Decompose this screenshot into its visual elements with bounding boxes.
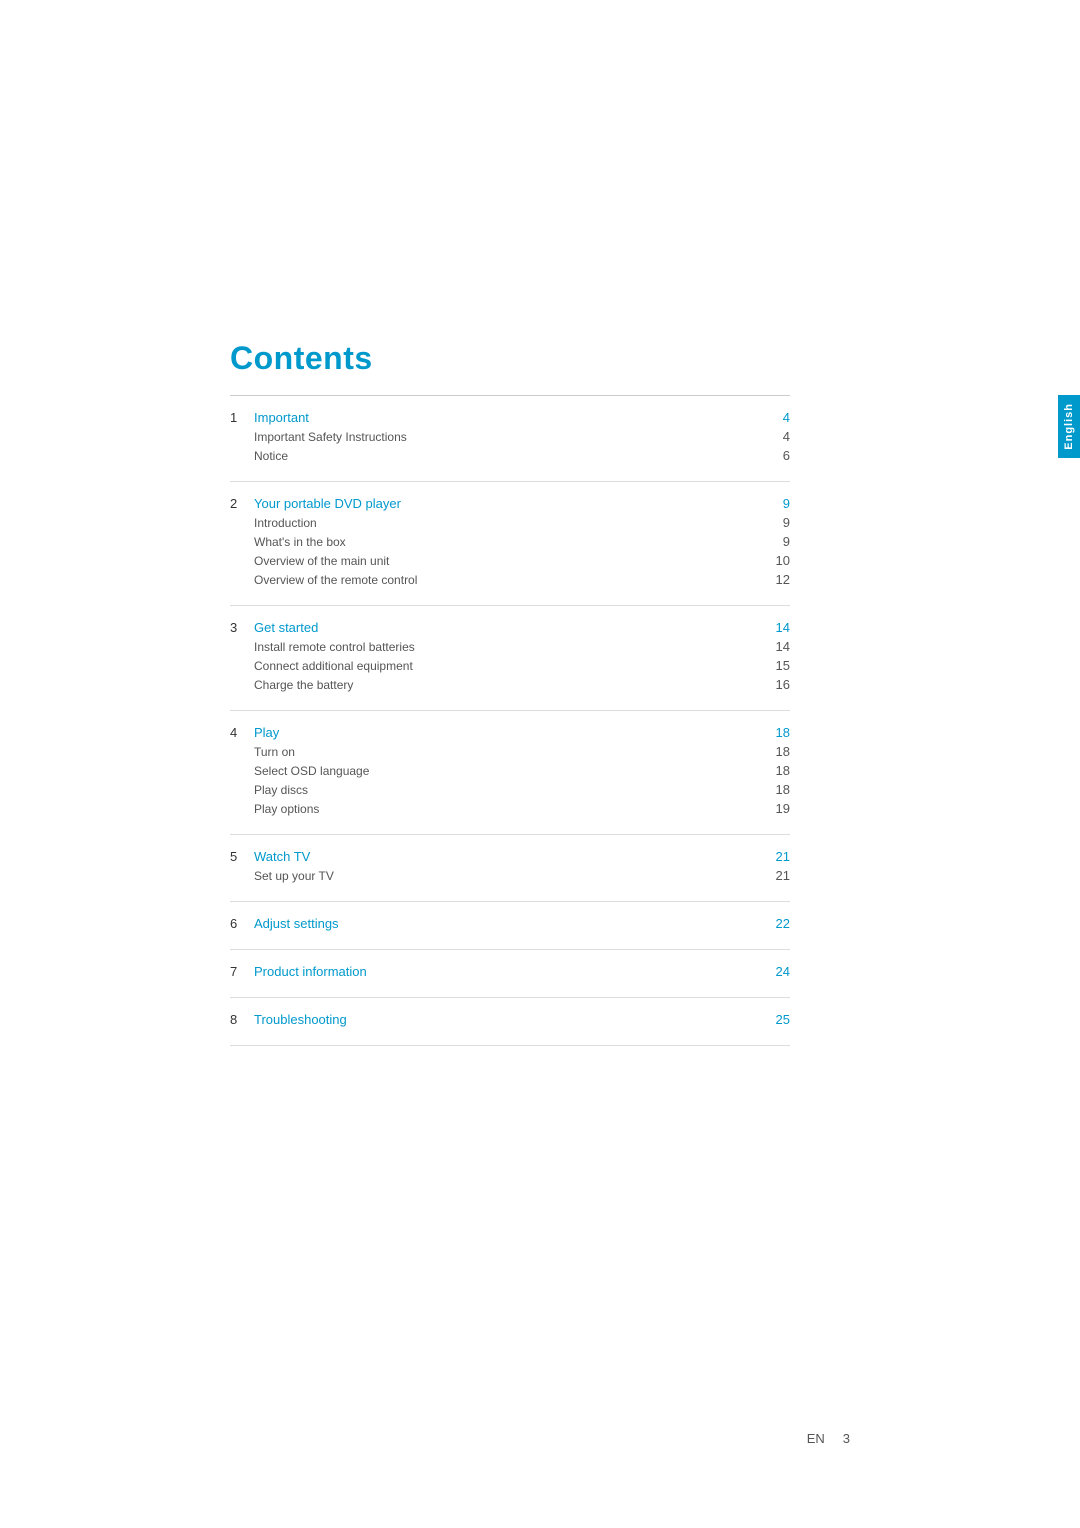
toc-section-6: 6 Adjust settings 22 bbox=[230, 902, 790, 950]
toc-page-4-3: 18 bbox=[760, 782, 790, 797]
toc-number-6: 6 bbox=[230, 916, 254, 931]
toc-number-3: 3 bbox=[230, 620, 254, 635]
toc-title-6: Adjust settings bbox=[254, 916, 760, 931]
toc-row-4-sub4: Play options 19 bbox=[230, 801, 790, 816]
toc-sub-2-1: Introduction bbox=[254, 516, 760, 530]
toc-title-7: Product information bbox=[254, 964, 760, 979]
toc-sub-3-1: Install remote control batteries bbox=[254, 640, 760, 654]
toc-page-2-1: 9 bbox=[760, 515, 790, 530]
toc-section-7: 7 Product information 24 bbox=[230, 950, 790, 998]
footer-lang: EN bbox=[807, 1431, 825, 1446]
toc-row-2-sub1: Introduction 9 bbox=[230, 515, 790, 530]
toc-sub-2-2: What's in the box bbox=[254, 535, 760, 549]
toc-page-4-4: 19 bbox=[760, 801, 790, 816]
toc-sub-5-1: Set up your TV bbox=[254, 869, 760, 883]
toc-section-8: 8 Troubleshooting 25 bbox=[230, 998, 790, 1046]
toc-row-1-sub2: Notice 6 bbox=[230, 448, 790, 463]
toc-page-4-1: 18 bbox=[760, 744, 790, 759]
language-tab: English bbox=[1058, 395, 1080, 458]
toc-page-2-3: 10 bbox=[760, 553, 790, 568]
toc-row-3-sub2: Connect additional equipment 15 bbox=[230, 658, 790, 673]
toc-page-3-1: 14 bbox=[760, 639, 790, 654]
toc-row-2-title: 2 Your portable DVD player 9 bbox=[230, 496, 790, 511]
toc-row-1-sub1: Important Safety Instructions 4 bbox=[230, 429, 790, 444]
toc-title-8: Troubleshooting bbox=[254, 1012, 760, 1027]
toc-number-1: 1 bbox=[230, 410, 254, 425]
language-tab-label: English bbox=[1063, 403, 1075, 450]
toc-section-5: 5 Watch TV 21 Set up your TV 21 bbox=[230, 835, 790, 902]
toc-page-2: 9 bbox=[760, 496, 790, 511]
toc-title-5: Watch TV bbox=[254, 849, 760, 864]
toc-row-1-title: 1 Important 4 bbox=[230, 410, 790, 425]
toc-title-4: Play bbox=[254, 725, 760, 740]
toc-sub-1-1: Important Safety Instructions bbox=[254, 430, 760, 444]
toc-section-4: 4 Play 18 Turn on 18 Select OSD language… bbox=[230, 711, 790, 835]
toc-row-3-sub3: Charge the battery 16 bbox=[230, 677, 790, 692]
toc-title-2: Your portable DVD player bbox=[254, 496, 760, 511]
toc-sub-2-4: Overview of the remote control bbox=[254, 573, 760, 587]
toc-sub-4-2: Select OSD language bbox=[254, 764, 760, 778]
toc-row-4-sub3: Play discs 18 bbox=[230, 782, 790, 797]
toc-row-5-sub1: Set up your TV 21 bbox=[230, 868, 790, 883]
contents-title: Contents bbox=[230, 340, 790, 377]
toc-section-2: 2 Your portable DVD player 9 Introductio… bbox=[230, 482, 790, 606]
toc-number-4: 4 bbox=[230, 725, 254, 740]
contents-section: Contents 1 Important 4 Important Safety … bbox=[230, 340, 790, 1046]
toc-page-5: 21 bbox=[760, 849, 790, 864]
toc-row-4-title: 4 Play 18 bbox=[230, 725, 790, 740]
toc-sub-4-1: Turn on bbox=[254, 745, 760, 759]
toc-title-3: Get started bbox=[254, 620, 760, 635]
footer-page-number: 3 bbox=[843, 1431, 850, 1446]
toc-page-3-2: 15 bbox=[760, 658, 790, 673]
toc-page-4-2: 18 bbox=[760, 763, 790, 778]
toc-number-7: 7 bbox=[230, 964, 254, 979]
toc-sub-4-3: Play discs bbox=[254, 783, 760, 797]
footer: EN 3 bbox=[807, 1431, 850, 1446]
toc-page-2-2: 9 bbox=[760, 534, 790, 549]
toc-row-2-sub4: Overview of the remote control 12 bbox=[230, 572, 790, 587]
toc-page-7: 24 bbox=[760, 964, 790, 979]
toc-page-4: 18 bbox=[760, 725, 790, 740]
toc-row-5-title: 5 Watch TV 21 bbox=[230, 849, 790, 864]
toc-number-2: 2 bbox=[230, 496, 254, 511]
toc-page-1: 4 bbox=[760, 410, 790, 425]
toc-row-3-sub1: Install remote control batteries 14 bbox=[230, 639, 790, 654]
toc-page-3-3: 16 bbox=[760, 677, 790, 692]
toc-row-4-sub1: Turn on 18 bbox=[230, 744, 790, 759]
toc-row-2-sub3: Overview of the main unit 10 bbox=[230, 553, 790, 568]
toc-sub-2-3: Overview of the main unit bbox=[254, 554, 760, 568]
toc-page-6: 22 bbox=[760, 916, 790, 931]
toc-row-3-title: 3 Get started 14 bbox=[230, 620, 790, 635]
toc-page-1-1: 4 bbox=[760, 429, 790, 444]
toc-page-2-4: 12 bbox=[760, 572, 790, 587]
toc-sub-3-3: Charge the battery bbox=[254, 678, 760, 692]
toc-number-5: 5 bbox=[230, 849, 254, 864]
toc-row-7-title: 7 Product information 24 bbox=[230, 964, 790, 979]
toc-row-2-sub2: What's in the box 9 bbox=[230, 534, 790, 549]
toc-sub-3-2: Connect additional equipment bbox=[254, 659, 760, 673]
toc-number-8: 8 bbox=[230, 1012, 254, 1027]
toc-row-8-title: 8 Troubleshooting 25 bbox=[230, 1012, 790, 1027]
toc-section-1: 1 Important 4 Important Safety Instructi… bbox=[230, 396, 790, 482]
toc-page-3: 14 bbox=[760, 620, 790, 635]
toc-row-6-title: 6 Adjust settings 22 bbox=[230, 916, 790, 931]
toc-page-1-2: 6 bbox=[760, 448, 790, 463]
toc-page-8: 25 bbox=[760, 1012, 790, 1027]
toc-section-3: 3 Get started 14 Install remote control … bbox=[230, 606, 790, 711]
toc-sub-4-4: Play options bbox=[254, 802, 760, 816]
page: English Contents 1 Important 4 Important… bbox=[0, 0, 1080, 1528]
toc-row-4-sub2: Select OSD language 18 bbox=[230, 763, 790, 778]
toc-sub-1-2: Notice bbox=[254, 449, 760, 463]
toc-page-5-1: 21 bbox=[760, 868, 790, 883]
toc-title-1: Important bbox=[254, 410, 760, 425]
